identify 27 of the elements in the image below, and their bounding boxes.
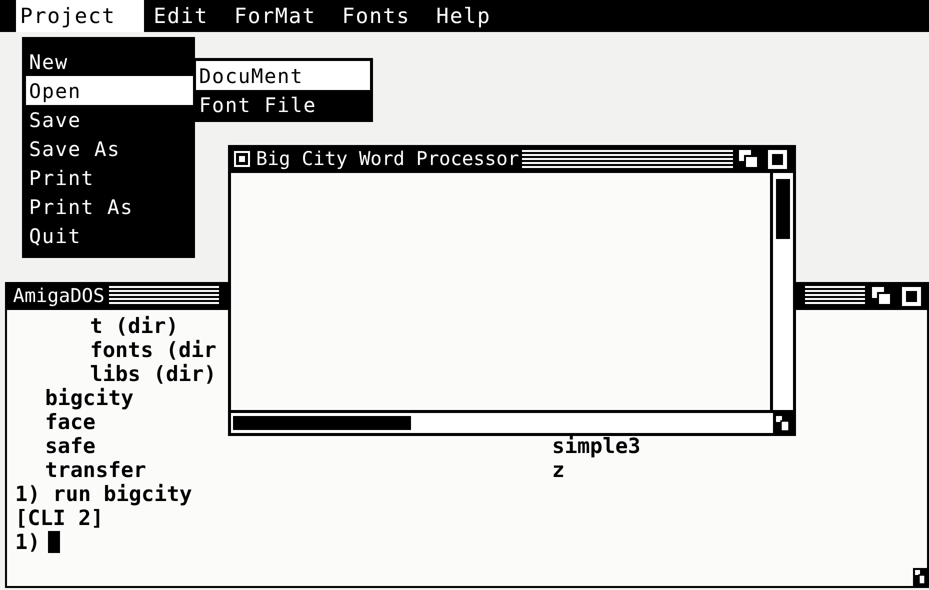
shell-text-line: bigcity (45, 386, 134, 410)
scroll-thumb[interactable] (233, 416, 411, 430)
resize-icon[interactable] (773, 413, 793, 433)
drag-bar[interactable] (108, 286, 219, 306)
shell-text-line: transfer (45, 458, 146, 482)
shell-text-line: face (45, 410, 96, 434)
text-cursor-icon (48, 531, 60, 553)
shell-text-line: z (552, 458, 565, 482)
shell-text-line: simple3 (552, 434, 641, 458)
shell-text-line: safe (45, 434, 96, 458)
vertical-scrollbar[interactable] (770, 173, 793, 410)
window-title: AmigaDOS (13, 285, 105, 307)
menu-title[interactable]: Project (16, 0, 144, 32)
scroll-thumb[interactable] (776, 179, 790, 239)
menu-item[interactable]: Open (26, 76, 195, 105)
resize-icon[interactable] (913, 568, 927, 586)
horizontal-scrollbar[interactable] (231, 413, 773, 433)
shell-text-line: libs (dir) (90, 362, 216, 386)
drag-bar[interactable] (805, 286, 865, 306)
window-title: Big City Word Processor (256, 148, 520, 170)
shell-text-line: fonts (dir (90, 338, 216, 362)
shell-text-line: t (dir) (90, 314, 179, 338)
shell-text-line: 1) (15, 530, 40, 554)
shell-text-line: 1) run bigcity (15, 482, 192, 506)
drag-bar[interactable] (522, 150, 733, 168)
shell-text-line: [CLI 2] (15, 506, 104, 530)
menu-item[interactable]: DocuMent (196, 61, 370, 90)
